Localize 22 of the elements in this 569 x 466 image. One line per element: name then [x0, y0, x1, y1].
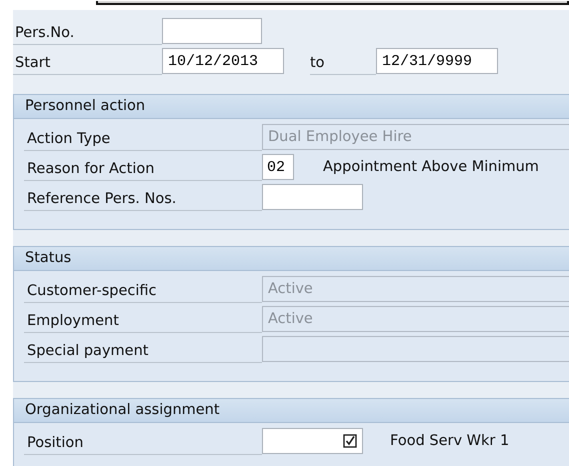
- search-help-icon[interactable]: [343, 434, 357, 448]
- field-description: Appointment Above Minimum: [323, 159, 539, 175]
- input-field[interactable]: [262, 184, 363, 210]
- field-label: Employment: [24, 306, 262, 332]
- field-label: Position: [24, 428, 262, 454]
- date-field[interactable]: 10/12/2013: [162, 48, 284, 74]
- field-label: Action Type: [24, 124, 262, 150]
- input-field[interactable]: [262, 428, 363, 454]
- display-field: Dual Employee Hire: [262, 124, 569, 150]
- field-description: Food Serv Wkr 1: [390, 433, 510, 449]
- group-title: Personnel action: [14, 95, 569, 119]
- field-label: Special payment: [24, 336, 262, 362]
- display-field: Active: [262, 276, 569, 302]
- field-label: Customer-specific: [24, 276, 262, 302]
- display-field: Active: [262, 306, 569, 332]
- group-title: Status: [14, 247, 569, 271]
- input-field[interactable]: 02: [262, 154, 294, 180]
- field-label: Reason for Action: [24, 154, 262, 180]
- field-label: Reference Pers. Nos.: [24, 184, 262, 210]
- input-field[interactable]: [162, 18, 262, 44]
- group-title: Organizational assignment: [14, 399, 569, 423]
- date-field[interactable]: 12/31/9999: [376, 48, 498, 74]
